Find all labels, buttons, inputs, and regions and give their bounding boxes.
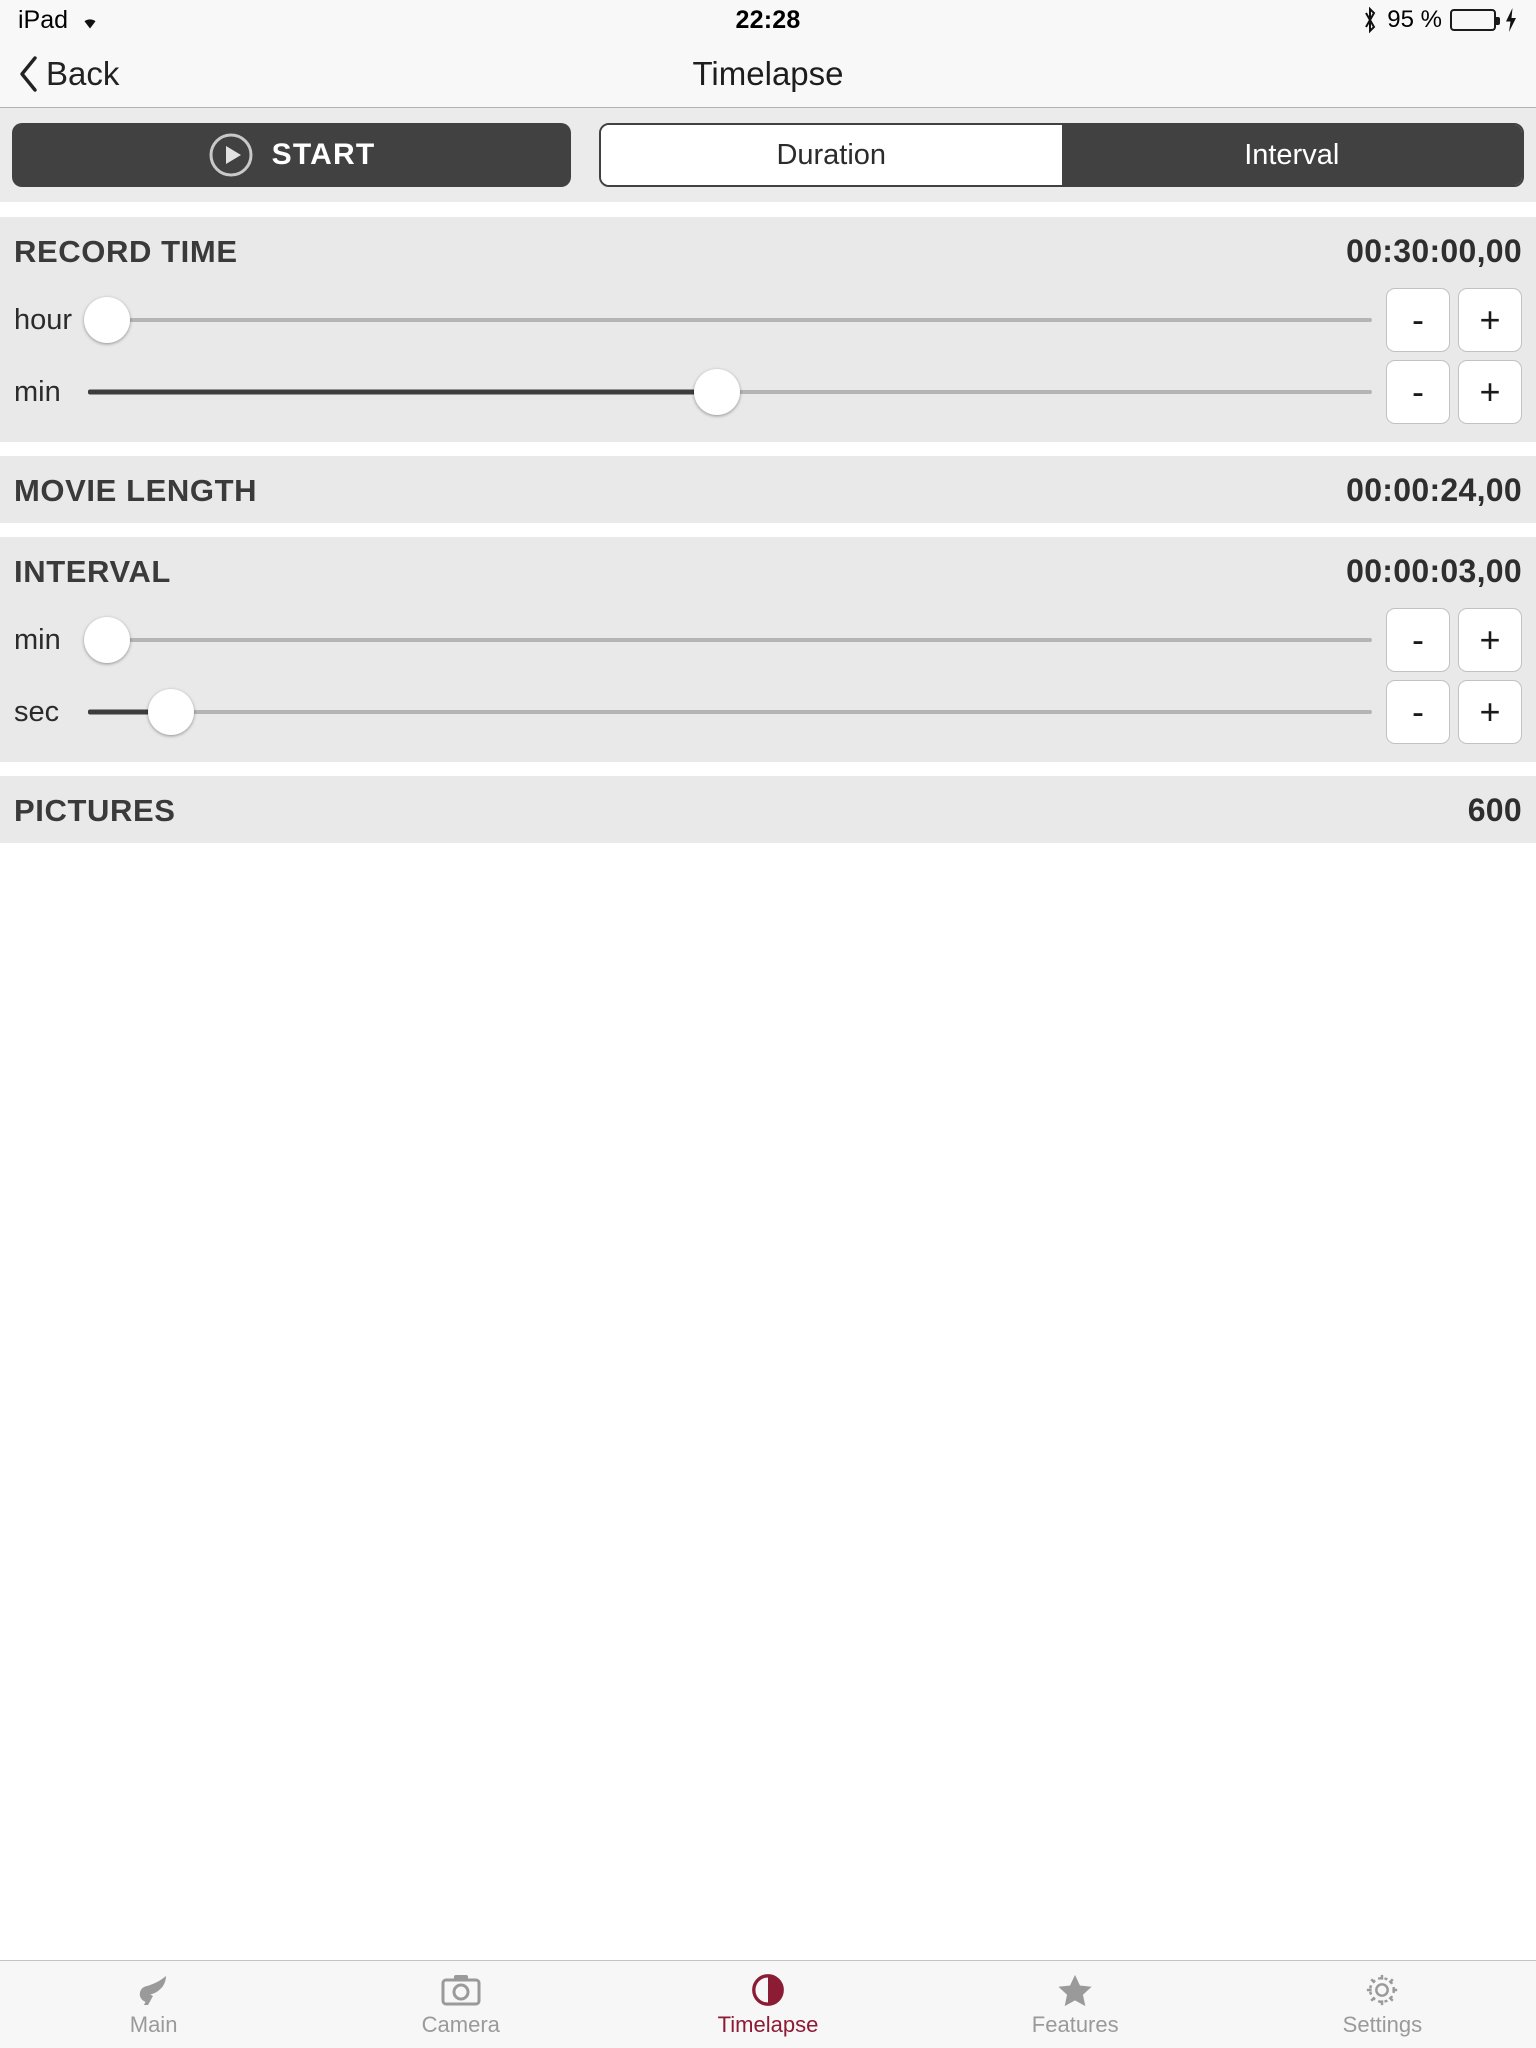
record-time-min-row: min - + bbox=[0, 356, 1536, 428]
record-time-hour-stepper: - + bbox=[1386, 288, 1522, 352]
slider-track bbox=[88, 710, 1372, 714]
half-moon-icon bbox=[752, 1973, 784, 2006]
record-time-hour-minus-button[interactable]: - bbox=[1386, 288, 1450, 352]
record-time-hour-label: hour bbox=[14, 303, 73, 336]
movie-length-title: MOVIE LENGTH bbox=[14, 472, 258, 508]
start-button[interactable]: START bbox=[12, 123, 571, 187]
interval-min-stepper: - + bbox=[1386, 608, 1522, 672]
interval-min-slider[interactable] bbox=[84, 610, 1372, 670]
spacer-above-movie-length bbox=[0, 442, 1536, 456]
interval-sec-plus-button[interactable]: + bbox=[1458, 680, 1522, 744]
slider-thumb[interactable] bbox=[148, 689, 195, 735]
interval-header: INTERVAL 00:00:03,00 bbox=[0, 537, 1536, 604]
battery-percent-label: 95 % bbox=[1387, 6, 1442, 33]
interval-section: INTERVAL 00:00:03,00 min - + sec - + bbox=[0, 537, 1536, 762]
page-title: Timelapse bbox=[692, 54, 844, 92]
pictures-title: PICTURES bbox=[14, 792, 176, 828]
interval-sec-label: sec bbox=[14, 695, 60, 728]
interval-sec-slider[interactable] bbox=[88, 682, 1372, 742]
interval-sec-minus-button[interactable]: - bbox=[1386, 680, 1450, 744]
camera-icon bbox=[441, 1974, 481, 2005]
interval-value: 00:00:03,00 bbox=[1346, 553, 1522, 589]
record-time-min-stepper: - + bbox=[1386, 360, 1522, 424]
interval-min-plus-button[interactable]: + bbox=[1458, 608, 1522, 672]
spacer-above-pictures bbox=[0, 762, 1536, 776]
gear-icon bbox=[1367, 1974, 1398, 2005]
slider-track bbox=[88, 638, 1372, 642]
status-bar-clock: 22:28 bbox=[735, 5, 801, 34]
pictures-section: PICTURES 600 bbox=[0, 776, 1536, 843]
record-time-min-slider[interactable] bbox=[88, 362, 1372, 422]
record-time-min-plus-button[interactable]: + bbox=[1458, 360, 1522, 424]
record-time-section: RECORD TIME 00:30:00,00 hour - + min - + bbox=[0, 217, 1536, 442]
spacer-above-interval bbox=[0, 523, 1536, 537]
navigation-bar: Back Timelapse bbox=[0, 40, 1536, 108]
content-filler bbox=[0, 843, 1536, 1960]
star-icon bbox=[1058, 1974, 1092, 2006]
tab-settings-label: Settings bbox=[1342, 2011, 1423, 2037]
segment-interval[interactable]: Interval bbox=[1061, 125, 1522, 185]
record-time-hour-plus-button[interactable]: + bbox=[1458, 288, 1522, 352]
tab-main[interactable]: Main bbox=[0, 1961, 307, 2048]
bluetooth-icon bbox=[1365, 6, 1376, 34]
record-time-hour-row: hour - + bbox=[0, 284, 1536, 356]
movie-length-header: MOVIE LENGTH 00:00:24,00 bbox=[0, 456, 1536, 523]
tab-timelapse-label: Timelapse bbox=[717, 2011, 819, 2037]
play-circle-icon bbox=[209, 133, 253, 177]
spacer-above-record-time bbox=[0, 203, 1536, 217]
pictures-header: PICTURES 600 bbox=[0, 776, 1536, 843]
record-time-hour-slider[interactable] bbox=[84, 290, 1372, 350]
duration-interval-segmented-control: Duration Interval bbox=[599, 123, 1524, 187]
top-control-bar: START Duration Interval bbox=[0, 108, 1536, 203]
start-button-label: START bbox=[271, 138, 376, 171]
tab-features[interactable]: Features bbox=[922, 1961, 1229, 2048]
tab-camera-label: Camera bbox=[421, 2011, 500, 2037]
interval-sec-row: sec - + bbox=[0, 676, 1536, 748]
charging-bolt-icon bbox=[1506, 8, 1516, 32]
interval-min-row: min - + bbox=[0, 604, 1536, 676]
interval-min-label: min bbox=[14, 623, 61, 656]
app-root: iPad 22:28 95 % Back Timelapse START Dur… bbox=[0, 0, 1536, 2048]
segment-duration[interactable]: Duration bbox=[601, 125, 1062, 185]
record-time-min-label: min bbox=[14, 375, 61, 408]
record-time-value: 00:30:00,00 bbox=[1346, 233, 1522, 269]
interval-sec-stepper: - + bbox=[1386, 680, 1522, 744]
tab-main-label: Main bbox=[129, 2011, 178, 2037]
segment-interval-label: Interval bbox=[1244, 138, 1340, 171]
slider-thumb[interactable] bbox=[694, 369, 741, 415]
tab-bar: Main Camera Timelapse Features Settings bbox=[0, 1960, 1536, 2048]
movie-length-section: MOVIE LENGTH 00:00:24,00 bbox=[0, 456, 1536, 523]
status-bar-right: 95 % bbox=[1361, 6, 1518, 34]
tab-camera[interactable]: Camera bbox=[307, 1961, 614, 2048]
tab-settings[interactable]: Settings bbox=[1229, 1961, 1536, 2048]
slider-track bbox=[88, 318, 1372, 322]
tab-features-label: Features bbox=[1031, 2011, 1119, 2037]
segment-duration-label: Duration bbox=[776, 138, 887, 171]
slider-thumb[interactable] bbox=[84, 617, 131, 663]
movie-length-value: 00:00:24,00 bbox=[1346, 472, 1522, 508]
pictures-value: 600 bbox=[1467, 792, 1522, 828]
interval-min-minus-button[interactable]: - bbox=[1386, 608, 1450, 672]
bird-icon bbox=[139, 1975, 166, 2005]
slider-thumb[interactable] bbox=[84, 297, 131, 343]
battery-icon bbox=[1450, 9, 1500, 31]
record-time-header: RECORD TIME 00:30:00,00 bbox=[0, 217, 1536, 284]
record-time-min-minus-button[interactable]: - bbox=[1386, 360, 1450, 424]
record-time-title: RECORD TIME bbox=[14, 233, 238, 269]
tab-timelapse[interactable]: Timelapse bbox=[614, 1961, 921, 2048]
slider-track-fill bbox=[88, 389, 718, 395]
status-bar: iPad 22:28 95 % bbox=[0, 0, 1536, 40]
interval-title: INTERVAL bbox=[14, 553, 171, 589]
